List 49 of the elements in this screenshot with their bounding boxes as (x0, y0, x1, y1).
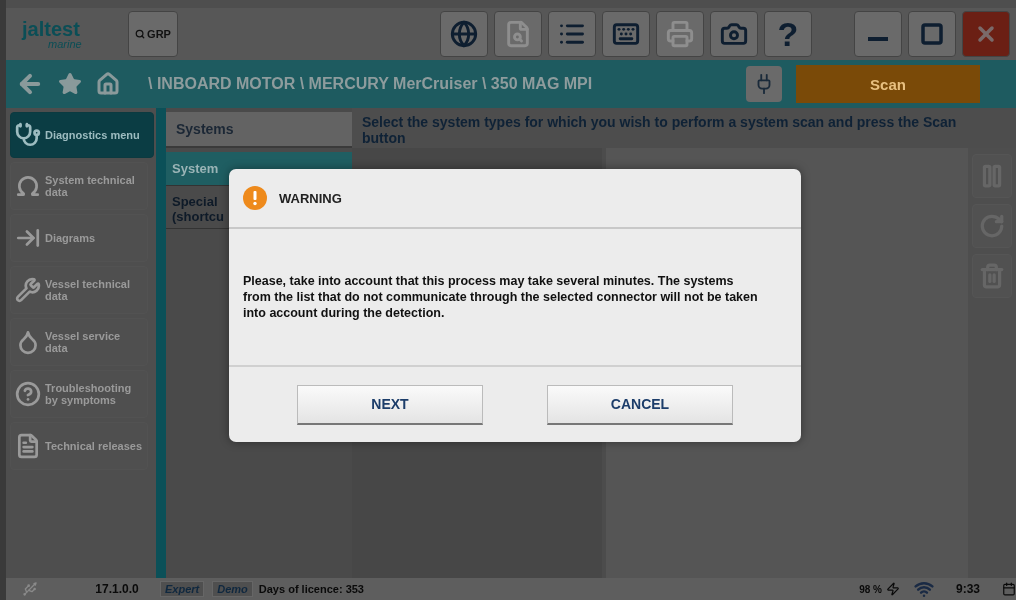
wifi-icon (914, 579, 934, 599)
systems-header: Systems (166, 112, 352, 148)
sidebar-item[interactable]: Troubleshooting by symptoms (10, 370, 148, 418)
star-icon[interactable] (58, 72, 82, 96)
dialog-button[interactable]: NEXT (297, 384, 483, 425)
grp-search-button[interactable]: GRP (128, 11, 178, 57)
licence-days: Days of licence: 353 (258, 583, 364, 595)
mode-badge: Demo (212, 581, 253, 597)
sidebar-item[interactable]: Diagnostics menu (10, 112, 154, 158)
connector-plug-button[interactable] (746, 66, 782, 102)
sidebar-item[interactable]: System technical data (10, 162, 148, 210)
globe-button[interactable] (440, 11, 488, 57)
close-button[interactable] (962, 11, 1010, 57)
battery-charging-icon (886, 582, 900, 596)
calendar-icon (1002, 582, 1016, 596)
warning-icon (243, 186, 267, 210)
dialog-message: Please, take into account that this process may take several minutes. The systems from the list that do not communicate through the selected connector will not be taken into account during the detection. (243, 273, 759, 321)
camera-button[interactable] (710, 11, 758, 57)
minimize-icon (868, 37, 888, 41)
version-label: 17.1.0.0 (94, 582, 140, 596)
wrench-icon (15, 277, 41, 303)
list-button[interactable] (548, 11, 596, 57)
home-icon[interactable] (96, 72, 120, 96)
scan-button[interactable]: Scan (796, 65, 980, 103)
omega-icon (15, 173, 41, 199)
dialog-button[interactable]: CANCEL (547, 384, 733, 425)
keyboard-icon (612, 20, 640, 48)
globe-icon (450, 20, 478, 48)
camera-icon (720, 20, 748, 48)
sidebar-item[interactable]: Vessel service data (10, 318, 148, 366)
dialog-title: WARNING (279, 190, 342, 206)
minimize-button[interactable] (854, 11, 902, 57)
sidebar-item[interactable]: Technical releases (10, 422, 148, 470)
search-icon (135, 29, 146, 39)
clock-time: 9:33 (955, 582, 981, 596)
mode-badge: Expert (160, 581, 205, 597)
breadcrumb: \ INBOARD MOTOR \ MERCURY MerCruiser \ 350 MAG MPI (148, 75, 594, 93)
maximize-icon (920, 22, 944, 46)
document-icon (15, 433, 41, 459)
keyboard-button[interactable] (602, 11, 650, 57)
help-button[interactable]: ? (764, 11, 812, 57)
sidebar-item[interactable]: Diagrams (10, 214, 148, 262)
jaltest-logo: jaltest marine (20, 16, 83, 52)
battery-percent: 98 % (859, 583, 882, 595)
stethoscope-icon (15, 122, 41, 148)
maximize-button[interactable] (908, 11, 956, 57)
usb-icon (22, 581, 38, 597)
printer-icon (666, 20, 694, 48)
sidebar-item[interactable]: Vessel technical data (10, 266, 148, 314)
